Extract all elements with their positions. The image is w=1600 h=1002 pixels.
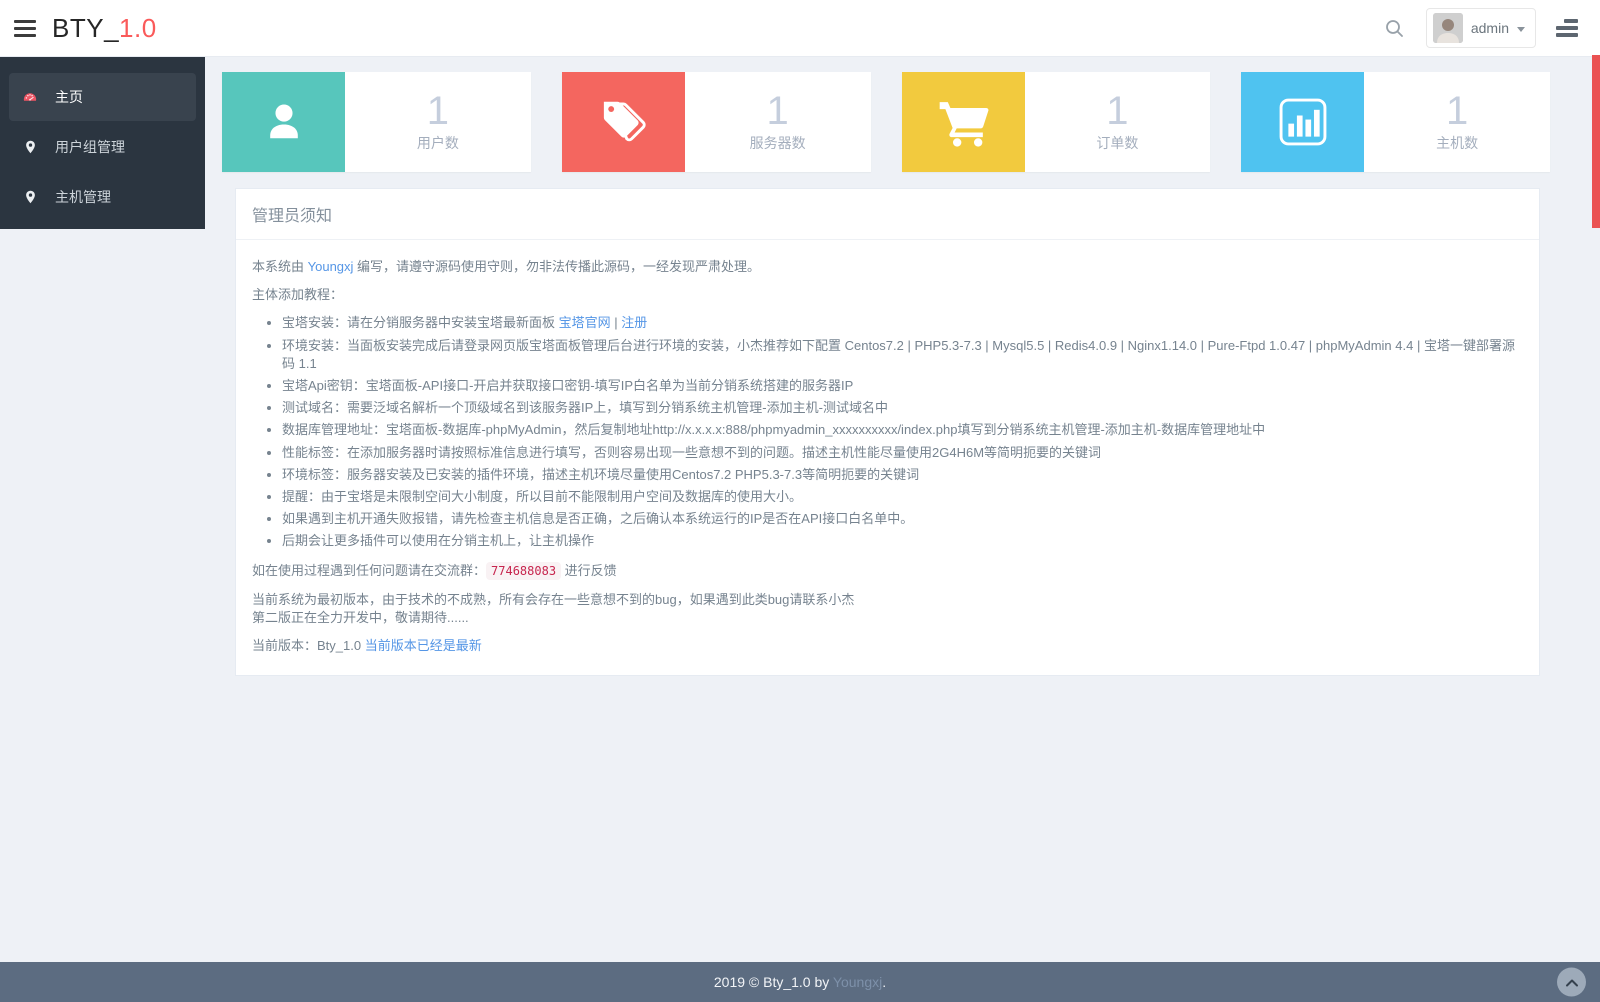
main-content: 1 用户数 1 服务器数 (205, 57, 1600, 962)
stat-label: 订单数 (1096, 133, 1138, 153)
stat-label: 服务器数 (750, 133, 806, 153)
qq-group-number: 774688083 (486, 562, 561, 580)
sidebar-item-user-groups[interactable]: 用户组管理 (9, 123, 196, 171)
stat-card-hosts: 1 主机数 (1241, 72, 1550, 172)
list-item: 提醒：由于宝塔是未限制空间大小制度，所以目前不能限制用户空间及数据库的使用大小。 (282, 488, 1523, 506)
version-note-line: 当前系统为最初版本，由于技术的不成熟，所有会存在一些意想不到的bug，如果遇到此… (252, 592, 854, 607)
qq-feedback-line: 如在使用过程遇到任何问题请在交流群：774688083 进行反馈 (252, 562, 1523, 580)
search-icon[interactable] (1382, 15, 1408, 41)
sidebar-item-home[interactable]: 主页 (9, 73, 196, 121)
topbar-right: admin (1382, 8, 1578, 48)
stat-value: 1 (427, 91, 449, 131)
list-item: 如果遇到主机开通失败报错，请先检查主机信息是否正确，之后确认本系统运行的IP是否… (282, 510, 1523, 528)
menu-toggle-icon[interactable] (14, 16, 36, 41)
map-marker-icon (21, 188, 39, 206)
stat-card-servers: 1 服务器数 (562, 72, 871, 172)
footer: 2019 © Bty_1.0 by Youngxj. (0, 962, 1600, 1002)
stat-value: 1 (1106, 91, 1128, 131)
chevron-up-icon (1565, 977, 1579, 987)
list-item: 环境标签：服务器安装及已安装的插件环境，描述主机环境尽量使用Centos7.2 … (282, 466, 1523, 484)
footer-text: 2019 © Bty_1.0 by Youngxj. (714, 974, 886, 990)
topbar-left: BTY_1.0 (14, 13, 157, 44)
list-item: 宝塔Api密钥：宝塔面板-API接口-开启并获取接口密钥-填写IP白名单为当前分… (282, 377, 1523, 395)
list-item: 宝塔安装：请在分销服务器中安装宝塔最新面板 宝塔官网 | 注册 (282, 314, 1523, 332)
qq-text: 进行反馈 (561, 563, 617, 578)
bar-chart-icon (1241, 72, 1364, 172)
version-check-link[interactable]: 当前版本已经是最新 (365, 638, 482, 653)
stat-card-orders: 1 订单数 (902, 72, 1211, 172)
item-text: | (611, 315, 622, 330)
list-item: 后期会让更多插件可以使用在分销主机上，让主机操作 (282, 532, 1523, 550)
stat-cards-row: 1 用户数 1 服务器数 (222, 72, 1550, 172)
tutorial-list: 宝塔安装：请在分销服务器中安装宝塔最新面板 宝塔官网 | 注册 环境安装：当面板… (252, 314, 1523, 550)
stat-value: 1 (767, 91, 789, 131)
version-text: 当前版本：Bty_1.0 (252, 638, 365, 653)
stat-value: 1 (1446, 91, 1468, 131)
logo-version: 1.0 (119, 13, 157, 43)
list-item: 数据库管理地址：宝塔面板-数据库-phpMyAdmin，然后复制地址http:/… (282, 421, 1523, 439)
intro-text: 编写，请遵守源码使用守则，勿非法传播此源码，一经发现严肃处理。 (353, 259, 760, 274)
stat-label: 用户数 (417, 133, 459, 153)
red-edge-strip (1592, 55, 1600, 228)
panel-header: 管理员须知 (236, 189, 1539, 240)
stat-body: 1 订单数 (1025, 72, 1211, 172)
footer-author-link[interactable]: Youngxj (833, 974, 882, 990)
panel-toggle-icon[interactable] (1554, 19, 1578, 37)
admin-notice-panel: 管理员须知 本系统由 Youngxj 编写，请遵守源码使用守则，勿非法传播此源码… (235, 188, 1540, 676)
copyright-text: . (882, 974, 886, 990)
stat-label: 主机数 (1436, 133, 1478, 153)
version-note: 当前系统为最初版本，由于技术的不成熟，所有会存在一些意想不到的bug，如果遇到此… (252, 591, 1523, 627)
list-item: 环境安装：当面板安装完成后请登录网页版宝塔面板管理后台进行环境的安装，小杰推荐如… (282, 337, 1523, 373)
tutorial-heading: 主体添加教程： (252, 286, 1523, 304)
notice-intro: 本系统由 Youngxj 编写，请遵守源码使用守则，勿非法传播此源码，一经发现严… (252, 258, 1523, 276)
version-note-line: 第二版正在全力开发中，敬请期待...... (252, 610, 469, 625)
chevron-down-icon (1517, 27, 1525, 32)
register-link[interactable]: 注册 (621, 315, 647, 330)
sidebar-item-label: 主机管理 (55, 187, 111, 207)
list-item: 测试域名：需要泛域名解析一个顶级域名到该服务器IP上，填写到分销系统主机管理-添… (282, 399, 1523, 417)
user-name: admin (1471, 20, 1509, 36)
logo-prefix: BTY_ (52, 13, 119, 43)
current-version-line: 当前版本：Bty_1.0 当前版本已经是最新 (252, 637, 1523, 655)
stat-body: 1 用户数 (345, 72, 531, 172)
app-logo[interactable]: BTY_1.0 (52, 13, 157, 44)
intro-text: 本系统由 (252, 259, 308, 274)
map-marker-icon (21, 138, 39, 156)
item-text: 宝塔安装：请在分销服务器中安装宝塔最新面板 (282, 315, 559, 330)
avatar (1433, 13, 1463, 43)
dashboard-icon (21, 88, 39, 106)
tags-icon (562, 72, 685, 172)
author-link[interactable]: Youngxj (308, 259, 354, 274)
page: BTY_1.0 admin 主页 (0, 0, 1600, 1002)
user-menu[interactable]: admin (1426, 8, 1536, 48)
sidebar-item-label: 用户组管理 (55, 137, 125, 157)
list-item: 性能标签：在添加服务器时请按照标准信息进行填写，否则容易出现一些意想不到的问题。… (282, 444, 1523, 462)
topbar: BTY_1.0 admin (0, 0, 1600, 57)
sidebar: 主页 用户组管理 主机管理 (0, 57, 205, 229)
cart-icon (902, 72, 1025, 172)
baota-site-link[interactable]: 宝塔官网 (559, 315, 611, 330)
scroll-to-top-button[interactable] (1557, 968, 1586, 997)
user-icon (222, 72, 345, 172)
copyright-text: 2019 © Bty_1.0 by (714, 974, 833, 990)
panel-title: 管理员须知 (252, 202, 1523, 226)
panel-body: 本系统由 Youngxj 编写，请遵守源码使用守则，勿非法传播此源码，一经发现严… (236, 240, 1539, 675)
sidebar-item-hosts[interactable]: 主机管理 (9, 173, 196, 221)
sidebar-item-label: 主页 (55, 87, 83, 107)
stat-card-users: 1 用户数 (222, 72, 531, 172)
qq-text: 如在使用过程遇到任何问题请在交流群： (252, 563, 486, 578)
stat-body: 1 服务器数 (685, 72, 871, 172)
stat-body: 1 主机数 (1364, 72, 1550, 172)
